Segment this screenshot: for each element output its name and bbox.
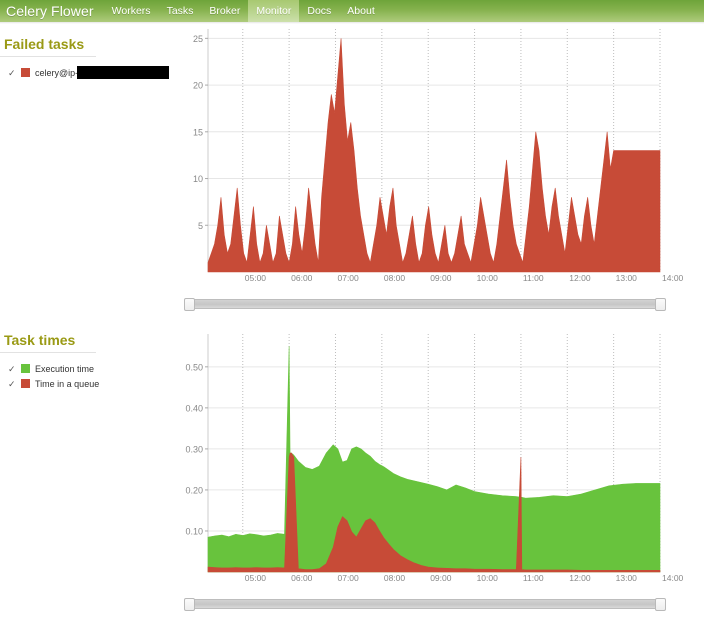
chart-failed-tasks[interactable]: 5 10 15 20 25 05:00 06:00 07:00 08:00 09:00 10:00 1…: [178, 24, 690, 311]
app-brand[interactable]: Celery Flower: [0, 0, 104, 22]
nav-item-about[interactable]: About: [339, 0, 382, 22]
y-axis-tick-label: 5: [198, 221, 203, 231]
x-axis-tick-label: 12:00: [569, 273, 591, 283]
y-axis-tick-label: 20: [193, 81, 203, 91]
slider-handle-left[interactable]: [184, 598, 195, 611]
x-axis-tick-label: 10:00: [477, 273, 499, 283]
y-axis-tick-label: 0.20: [185, 485, 203, 495]
chart-failed-tasks-svg[interactable]: 5 10 15 20 25 05:00 06:00 07:00 08:00 09:00 10:00 1…: [178, 24, 690, 294]
y-axis-tick-label: 0.50: [185, 362, 203, 372]
legend-item[interactable]: ✓ celery@ip-: [8, 66, 178, 79]
x-axis-tick-label: 06:00: [291, 573, 313, 583]
nav-item-broker[interactable]: Broker: [201, 0, 248, 22]
x-axis-tick-label: 11:00: [523, 573, 544, 583]
slider-handle-left[interactable]: [184, 298, 195, 311]
page-body: Failed tasks ✓ celery@ip- 5 10 15 20 25 05:00 0…: [0, 24, 704, 626]
y-axis-tick-label: 0.10: [185, 526, 203, 536]
x-axis-tick-label: 06:00: [291, 273, 313, 283]
nav-items: Workers Tasks Broker Monitor Docs About: [104, 0, 383, 22]
x-axis-tick-label: 14:00: [662, 573, 684, 583]
x-axis-tick-label: 14:00: [662, 273, 684, 283]
panel-failed-tasks: Failed tasks ✓ celery@ip- 5 10 15 20 25 05:00 0…: [0, 24, 704, 326]
nav-item-docs[interactable]: Docs: [299, 0, 339, 22]
x-axis-tick-label: 10:00: [477, 573, 499, 583]
x-axis-tick-label: 12:00: [569, 573, 591, 583]
legend-task-times: ✓ Execution time ✓ Time in a queue: [8, 362, 178, 390]
chart-task-times[interactable]: 0.10 0.20 0.30 0.40 0.50 05:00 06:00 07:00 08:00…: [178, 326, 690, 611]
slider-track[interactable]: [194, 299, 656, 309]
y-axis-tick-label: 0.40: [185, 403, 203, 413]
slider-handle-right[interactable]: [655, 298, 666, 311]
x-axis-tick-label: 08:00: [384, 273, 406, 283]
x-axis-tick-label: 07:00: [337, 273, 359, 283]
check-icon[interactable]: ✓: [8, 364, 18, 374]
x-axis-tick-label: 08:00: [384, 573, 406, 583]
y-axis-tick-label: 0.30: [185, 444, 203, 454]
nav-item-tasks[interactable]: Tasks: [159, 0, 202, 22]
legend-label: celery@ip-: [35, 67, 79, 78]
y-axis-tick-label: 25: [193, 34, 203, 44]
y-axis-tick-label: 10: [193, 174, 203, 184]
x-axis-tick-label: 11:00: [523, 273, 544, 283]
legend-item[interactable]: ✓ Execution time: [8, 362, 178, 375]
x-axis-tick-label: 09:00: [430, 573, 452, 583]
slider-handle-right[interactable]: [655, 598, 666, 611]
chart-range-slider-failed-tasks[interactable]: [184, 298, 666, 311]
chart-range-slider-task-times[interactable]: [184, 598, 666, 611]
legend-failed-tasks: ✓ celery@ip-: [8, 66, 178, 79]
x-axis-tick-label: 05:00: [245, 273, 267, 283]
nav-item-monitor[interactable]: Monitor: [248, 0, 300, 22]
nav-item-workers[interactable]: Workers: [104, 0, 159, 22]
sidebar-failed-tasks: Failed tasks ✓ celery@ip-: [0, 36, 178, 81]
slider-track[interactable]: [194, 599, 656, 609]
legend-color-swatch: [21, 379, 30, 388]
x-axis-tick-label: 13:00: [616, 573, 638, 583]
redaction-bar: [77, 66, 170, 79]
legend-color-swatch: [21, 364, 30, 373]
panel-title-task-times: Task times: [0, 332, 96, 353]
legend-color-swatch: [21, 68, 30, 77]
x-axis-tick-label: 09:00: [430, 273, 452, 283]
legend-item[interactable]: ✓ Time in a queue: [8, 377, 178, 390]
sidebar-task-times: Task times ✓ Execution time ✓ Time in a que…: [0, 332, 178, 392]
legend-label: Time in a queue: [35, 378, 100, 389]
panel-title-failed-tasks: Failed tasks: [0, 36, 96, 57]
x-axis-tick-label: 05:00: [245, 573, 267, 583]
legend-label: Execution time: [35, 363, 95, 374]
chart-task-times-svg[interactable]: 0.10 0.20 0.30 0.40 0.50 05:00 06:00 07:00 08:00…: [178, 326, 690, 594]
check-icon[interactable]: ✓: [8, 379, 18, 389]
y-axis-tick-label: 15: [193, 127, 203, 137]
check-icon[interactable]: ✓: [8, 68, 18, 78]
top-navbar: Celery Flower Workers Tasks Broker Monitor D…: [0, 0, 704, 22]
x-axis-tick-label: 07:00: [337, 573, 359, 583]
panel-task-times: Task times ✓ Execution time ✓ Time in a que…: [0, 326, 704, 626]
x-axis-tick-label: 13:00: [616, 273, 638, 283]
